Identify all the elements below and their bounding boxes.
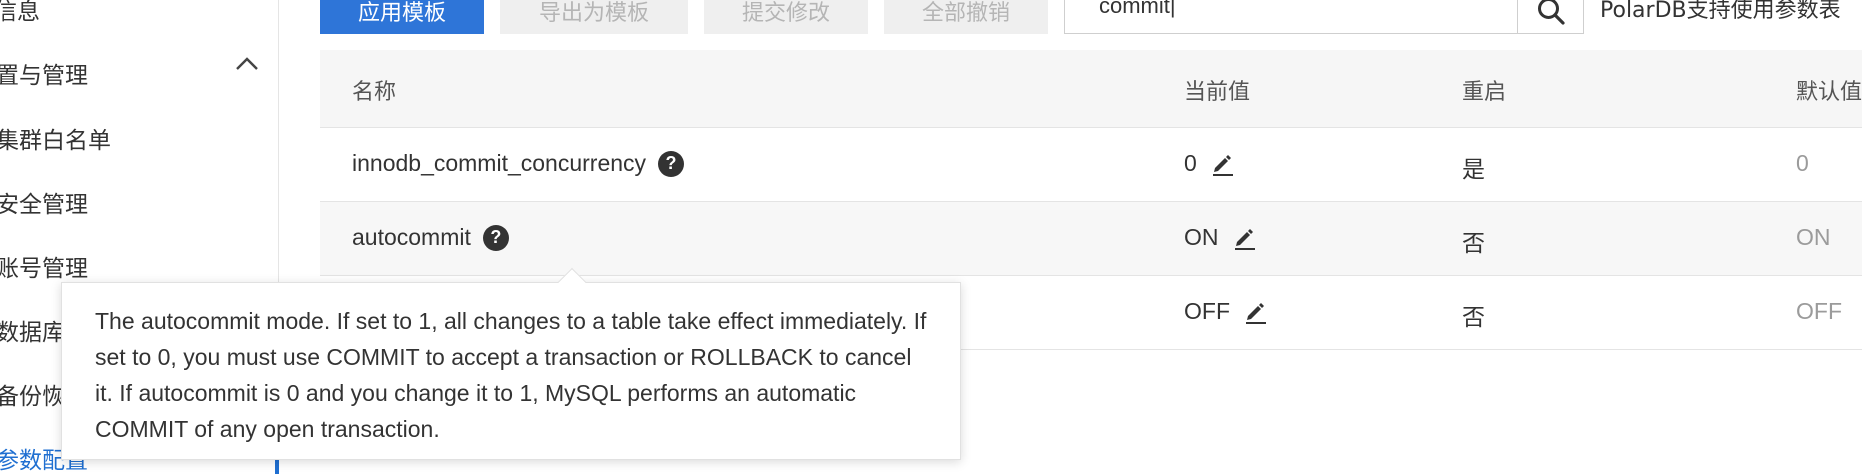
chevron-up-icon[interactable] xyxy=(234,56,260,72)
tooltip-text: The autocommit mode. If set to 1, all ch… xyxy=(95,308,927,442)
sidebar-item-database[interactable]: 数据库 xyxy=(0,313,65,347)
param-name-cell: innodb_commit_concurrency ? xyxy=(352,150,685,177)
default-value-cell: ON xyxy=(1796,224,1831,250)
page: 信息 置与管理 集群白名单 安全管理 账号管理 数据库 备份恢 参数配置 应用模… xyxy=(0,0,1862,474)
table-header: 名称 当前值 重启 默认值 xyxy=(320,50,1862,128)
current-value: OFF xyxy=(1184,298,1230,324)
sidebar-item-whitelist[interactable]: 集群白名单 xyxy=(0,121,111,155)
revoke-all-button[interactable]: 全部撤销 xyxy=(884,0,1048,34)
table-row: innodb_commit_concurrency ? 0 是 0 xyxy=(320,128,1862,202)
search-input-value[interactable]: commit| xyxy=(1099,0,1176,19)
current-value: ON xyxy=(1184,224,1219,250)
pencil-icon[interactable] xyxy=(1211,152,1235,176)
restart-cell: 否 xyxy=(1462,231,1485,257)
sidebar-item-accounts[interactable]: 账号管理 xyxy=(0,249,88,283)
search-icon xyxy=(1537,0,1565,25)
submit-changes-button[interactable]: 提交修改 xyxy=(704,0,868,34)
restart-cell: 是 xyxy=(1462,157,1485,183)
sidebar-item-backup[interactable]: 备份恢 xyxy=(0,377,65,411)
header-restart: 重启 xyxy=(1462,80,1507,105)
header-default-value: 默认值 xyxy=(1796,80,1862,105)
question-circle-icon[interactable]: ? xyxy=(482,224,509,251)
sidebar-group-config-management[interactable]: 置与管理 xyxy=(0,56,88,90)
current-value-cell: OFF xyxy=(1184,298,1268,325)
apply-template-button[interactable]: 应用模板 xyxy=(320,0,484,34)
header-name: 名称 xyxy=(352,80,397,105)
question-circle-icon[interactable]: ? xyxy=(658,150,685,177)
sidebar-item-security[interactable]: 安全管理 xyxy=(0,185,88,219)
autocommit-tooltip: The autocommit mode. If set to 1, all ch… xyxy=(61,267,961,460)
search-button[interactable] xyxy=(1517,0,1583,34)
param-name-cell: autocommit ? xyxy=(352,224,509,251)
current-value-cell: 0 xyxy=(1184,150,1235,177)
param-name: autocommit xyxy=(352,224,471,250)
current-value: 0 xyxy=(1184,150,1197,176)
default-value-cell: 0 xyxy=(1796,150,1809,176)
restart-cell: 否 xyxy=(1462,305,1485,331)
header-current-value: 当前值 xyxy=(1184,80,1251,105)
param-name: innodb_commit_concurrency xyxy=(352,150,647,176)
polardb-note: PolarDB支持使用参数表 xyxy=(1600,0,1841,23)
default-value-cell: OFF xyxy=(1796,298,1842,324)
pencil-icon[interactable] xyxy=(1244,300,1268,324)
pencil-icon[interactable] xyxy=(1233,226,1257,250)
current-value-cell: ON xyxy=(1184,224,1257,251)
table-row: autocommit ? ON 否 ON xyxy=(320,202,1862,276)
export-template-button[interactable]: 导出为模板 xyxy=(500,0,688,34)
search-input[interactable]: commit| xyxy=(1064,0,1584,34)
sidebar-item-info[interactable]: 信息 xyxy=(0,0,40,26)
